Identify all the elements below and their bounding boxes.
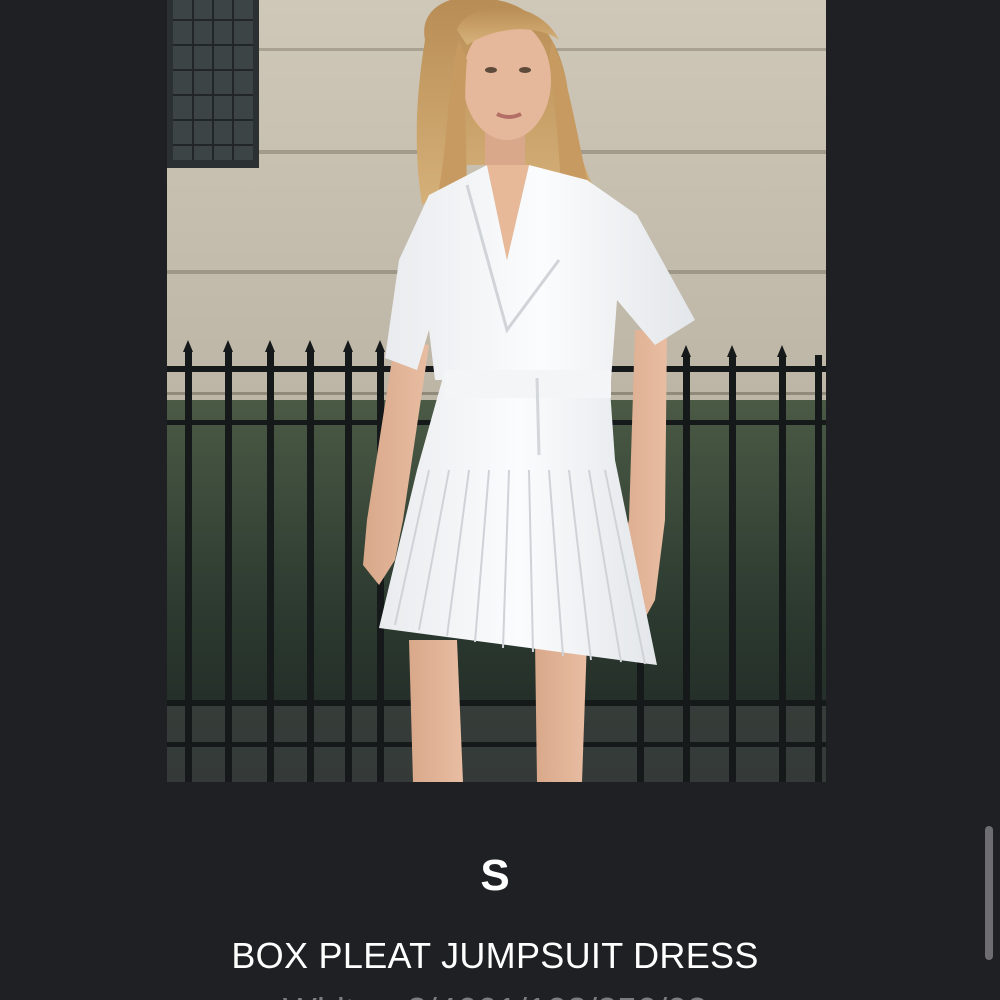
product-name: BOX PLEAT JUMPSUIT DRESS: [231, 935, 759, 976]
product-photo[interactable]: [167, 0, 826, 782]
selected-size: S: [480, 851, 510, 900]
product-color-reference: White · 2/4661/103/250/02: [0, 988, 990, 1000]
scrollbar-thumb[interactable]: [985, 826, 993, 960]
product-detail-screen: S BOX PLEAT JUMPSUIT DRESS White · 2/466…: [0, 0, 1000, 1000]
